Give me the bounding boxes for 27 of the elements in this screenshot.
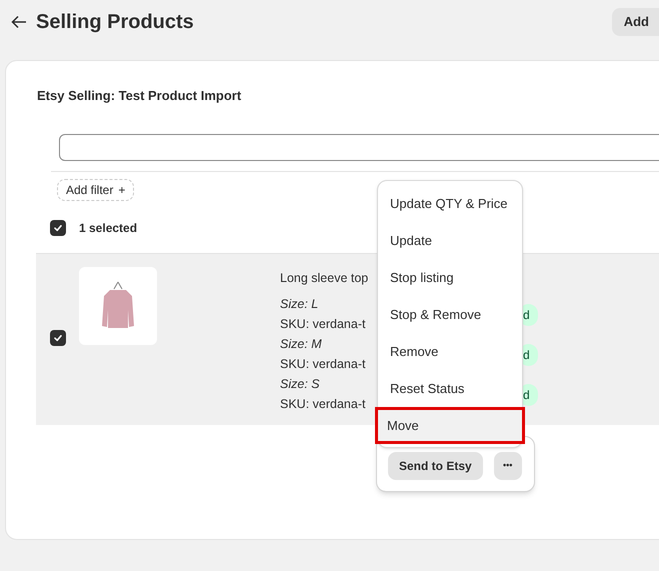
add-filter-button[interactable]: Add filter + — [57, 178, 134, 200]
menu-item[interactable]: Move — [375, 407, 525, 444]
checkbox[interactable] — [50, 330, 66, 346]
menu-item[interactable]: Stop listing — [378, 259, 522, 296]
checkmark-icon — [53, 222, 63, 232]
variant-sku: SKU: verdana-t — [280, 316, 366, 332]
variant-size: Size: M — [280, 336, 323, 352]
back-arrow-icon[interactable] — [11, 14, 27, 28]
variant-size: Size: L — [280, 296, 320, 312]
send-to-etsy-button[interactable]: Send to Etsy — [388, 452, 483, 480]
card-title: Etsy Selling: Test Product Import — [37, 87, 242, 105]
more-actions-button[interactable]: ••• — [494, 452, 522, 480]
product-name: Long sleeve top — [280, 270, 368, 287]
search-field[interactable] — [59, 134, 659, 160]
variant-size: Size: S — [280, 376, 321, 392]
menu-item[interactable]: Update QTY & Price — [378, 185, 522, 222]
menu-item[interactable]: Remove — [378, 333, 522, 370]
plus-icon: + — [118, 180, 126, 198]
menu-item[interactable]: Stop & Remove — [378, 296, 522, 333]
variant-sku: SKU: verdana-t — [280, 396, 366, 412]
variant-sku: SKU: verdana-t — [280, 356, 366, 372]
menu-item[interactable]: Reset Status — [378, 370, 522, 407]
selected-count: 1 selected — [79, 220, 138, 236]
page-title: Selling Products — [36, 10, 194, 34]
add-button[interactable]: Add — [612, 8, 659, 36]
checkbox[interactable] — [50, 220, 66, 236]
checkmark-icon — [53, 332, 63, 342]
